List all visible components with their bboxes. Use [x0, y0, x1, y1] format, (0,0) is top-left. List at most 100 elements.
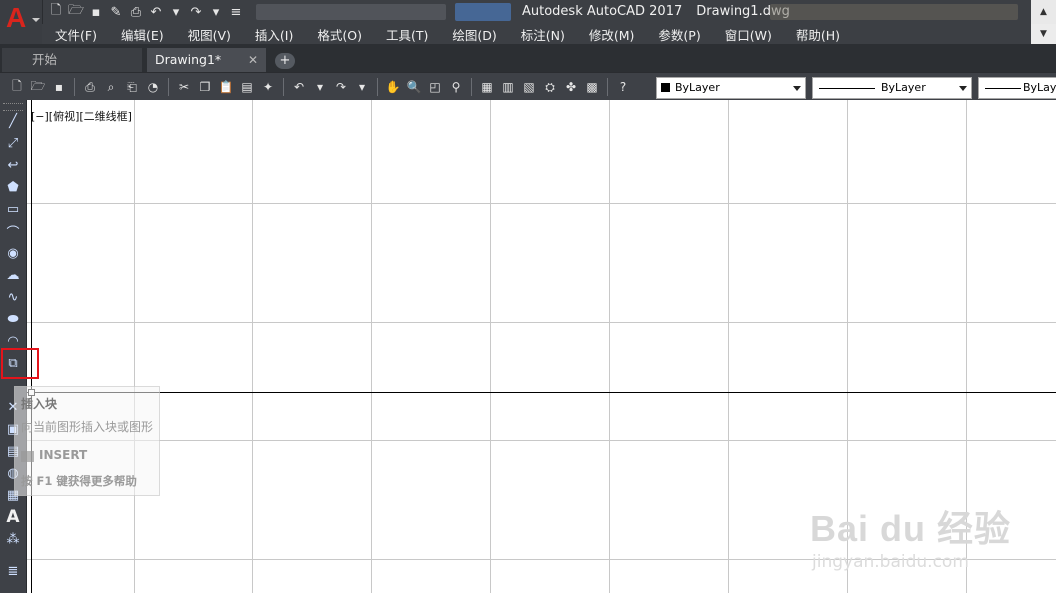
quickcalc-icon[interactable]: ▩ [583, 78, 601, 96]
menu-bar: 文件(F) 编辑(E) 视图(V) 插入(I) 格式(O) 工具(T) 绘图(D… [42, 24, 1056, 44]
toolbar-grip[interactable] [3, 103, 23, 111]
open-icon[interactable]: 🗁 [68, 3, 84, 20]
menu-parametric[interactable]: 参数(P) [645, 25, 711, 44]
save-icon[interactable]: ▪ [88, 4, 104, 20]
autocad-logo-icon: A [6, 2, 27, 33]
tooltip-help: 按 F1 键获得更多帮助 [21, 474, 137, 488]
redo-dropdown-icon[interactable]: ▾ [208, 4, 224, 20]
menu-dimension[interactable]: 标注(N) [508, 25, 576, 44]
redo-icon[interactable]: ↷ [188, 4, 204, 20]
block-editor-icon[interactable]: ✦ [259, 78, 277, 96]
publish-icon[interactable]: ⎗ [123, 78, 141, 96]
sheet-set-icon[interactable]: ⛭ [541, 78, 559, 96]
copy-icon[interactable]: ❐ [196, 78, 214, 96]
blurred-region [256, 4, 446, 20]
design-center-icon[interactable]: ▥ [499, 78, 517, 96]
new-icon[interactable]: 🗋 [8, 78, 26, 96]
tooltip-title: 插入块 [21, 397, 58, 411]
tab-drawing1-label: Drawing1* [155, 52, 222, 67]
redo-dropdown-icon[interactable]: ▾ [353, 78, 371, 96]
zoom-previous-icon[interactable]: ⚲ [447, 78, 465, 96]
3d-print-icon[interactable]: ◔ [144, 78, 162, 96]
menu-modify[interactable]: 修改(M) [576, 25, 646, 44]
color-control-dropdown[interactable]: ByLayer [656, 77, 806, 99]
undo-icon[interactable]: ↶ [290, 78, 308, 96]
chevron-down-icon [793, 86, 801, 91]
pan-icon[interactable]: ✋ [384, 78, 402, 96]
menu-window[interactable]: 窗口(W) [712, 25, 783, 44]
markup-icon[interactable]: ✤ [562, 78, 580, 96]
chevron-down-icon [32, 18, 40, 22]
menu-edit[interactable]: 编辑(E) [108, 25, 175, 44]
lineweight-control-dropdown[interactable]: ByLayer [978, 77, 1056, 99]
color-swatch [661, 83, 670, 92]
match-properties-icon[interactable]: ▤ [238, 78, 256, 96]
menu-format[interactable]: 格式(O) [304, 25, 373, 44]
polyline-icon[interactable]: ↩ [4, 156, 22, 174]
menu-view[interactable]: 视图(V) [175, 25, 242, 44]
menu-help[interactable]: 帮助(H) [783, 25, 851, 44]
print-icon[interactable]: ⎙ [128, 4, 144, 20]
help-icon[interactable]: ? [614, 78, 632, 96]
tooltip: 插入块 向当前图形插入块或图形 INSERT 按 F1 键获得更多帮助 [14, 386, 160, 496]
spline-icon[interactable]: ∿ [4, 288, 22, 306]
app-name: Autodesk AutoCAD 2017 [522, 4, 683, 19]
scroll-down-button[interactable]: ▼ [1031, 24, 1056, 44]
linetype-preview [819, 88, 875, 89]
standard-toolbar: 🗋 🗁 ▪ ⎙ ⌕ ⎗ ◔ ✂ ❐ 📋 ▤ ✦ ↶ ▾ ↷ ▾ ✋ 🔍 ◰ ⚲ … [0, 72, 1056, 101]
color-value: ByLayer [675, 81, 720, 94]
redo-icon[interactable]: ↷ [332, 78, 350, 96]
linetype-value: ByLayer [881, 81, 926, 94]
zoom-window-icon[interactable]: ◰ [426, 78, 444, 96]
plot-preview-icon[interactable]: ⌕ [102, 78, 120, 96]
paste-icon[interactable]: 📋 [217, 78, 235, 96]
close-icon[interactable]: ✕ [248, 48, 258, 72]
watermark-main: Bai du 经验 [810, 508, 1012, 549]
tab-start[interactable]: 开始 [2, 48, 142, 72]
tab-drawing1[interactable]: Drawing1* ✕ [147, 48, 266, 72]
application-menu-button[interactable]: A [0, 0, 43, 44]
menu-tools[interactable]: 工具(T) [373, 25, 439, 44]
command-icon [21, 451, 34, 462]
new-tab-button[interactable]: + [275, 53, 295, 69]
window-title: Autodesk AutoCAD 2017 Drawing1.dwg [522, 4, 804, 19]
save-as-icon[interactable]: ✎ [108, 4, 124, 20]
polygon-icon[interactable]: ⬟ [4, 178, 22, 196]
undo-dropdown-icon[interactable]: ▾ [311, 78, 329, 96]
tool-palettes-icon[interactable]: ▧ [520, 78, 538, 96]
multiline-text-icon[interactable]: A [4, 507, 22, 527]
viewport-controls-label[interactable]: [−][俯视][二维线框] [31, 108, 132, 124]
new-icon[interactable]: 🗋 [48, 3, 64, 20]
arc-icon[interactable]: ⌒ [4, 222, 22, 241]
customize-icon[interactable]: ≡ [228, 4, 244, 20]
undo-icon[interactable]: ↶ [148, 4, 164, 20]
ellipse-icon[interactable]: ⬬ [4, 310, 22, 328]
zoom-realtime-icon[interactable]: 🔍 [405, 78, 423, 96]
linetype-control-dropdown[interactable]: ByLayer [812, 77, 972, 99]
add-selected-icon[interactable]: ⁂ [4, 530, 22, 548]
line-icon[interactable]: ╱ [4, 112, 22, 130]
file-tab-bar: 开始 Drawing1* ✕ + [0, 44, 1056, 72]
layer-tools-icon[interactable]: ≣ [4, 562, 22, 580]
highlight-annotation [1, 348, 39, 379]
rectangle-icon[interactable]: ▭ [4, 200, 22, 218]
construction-line-icon[interactable]: ⤢ [4, 134, 22, 152]
properties-icon[interactable]: ▦ [478, 78, 496, 96]
revision-cloud-icon[interactable]: ☁ [4, 266, 22, 284]
print-icon[interactable]: ⎙ [81, 78, 99, 96]
circle-icon[interactable]: ◉ [4, 244, 22, 262]
open-icon[interactable]: 🗁 [29, 78, 47, 96]
toolbar-separator [471, 78, 472, 96]
menu-file[interactable]: 文件(F) [42, 25, 108, 44]
toolbar-separator [377, 78, 378, 96]
scroll-up-button[interactable]: ▲ [1031, 0, 1056, 24]
blurred-region [455, 3, 511, 21]
lineweight-value: ByLayer [1023, 81, 1056, 94]
save-icon[interactable]: ▪ [50, 78, 68, 96]
menu-insert[interactable]: 插入(I) [242, 25, 304, 44]
cut-icon[interactable]: ✂ [175, 78, 193, 96]
chevron-down-icon [959, 86, 967, 91]
undo-dropdown-icon[interactable]: ▾ [168, 4, 184, 20]
tooltip-description: 向当前图形插入块或图形 [21, 420, 154, 434]
menu-draw[interactable]: 绘图(D) [439, 25, 507, 44]
